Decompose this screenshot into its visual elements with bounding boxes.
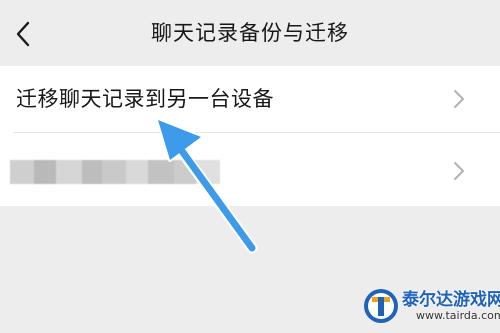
settings-list: 迁移聊天记录到另一台设备	[0, 66, 500, 206]
chevron-right-icon	[454, 90, 464, 108]
migrate-chat-history-item[interactable]: 迁移聊天记录到另一台设备	[0, 66, 500, 132]
t-logo-icon	[364, 289, 398, 323]
redacted-list-item[interactable]	[0, 134, 500, 206]
divider	[14, 132, 500, 133]
redacted-label	[10, 160, 220, 184]
watermark: 泰尔达游戏网 www.tairda.com	[362, 284, 500, 330]
chevron-right-icon	[454, 162, 464, 180]
nav-bar: 聊天记录备份与迁移	[0, 0, 500, 66]
watermark-url: www.tairda.com	[416, 309, 500, 322]
page-title: 聊天记录备份与迁移	[151, 21, 349, 45]
watermark-name: 泰尔达游戏网	[402, 290, 500, 310]
list-item-label: 迁移聊天记录到另一台设备	[16, 87, 274, 111]
